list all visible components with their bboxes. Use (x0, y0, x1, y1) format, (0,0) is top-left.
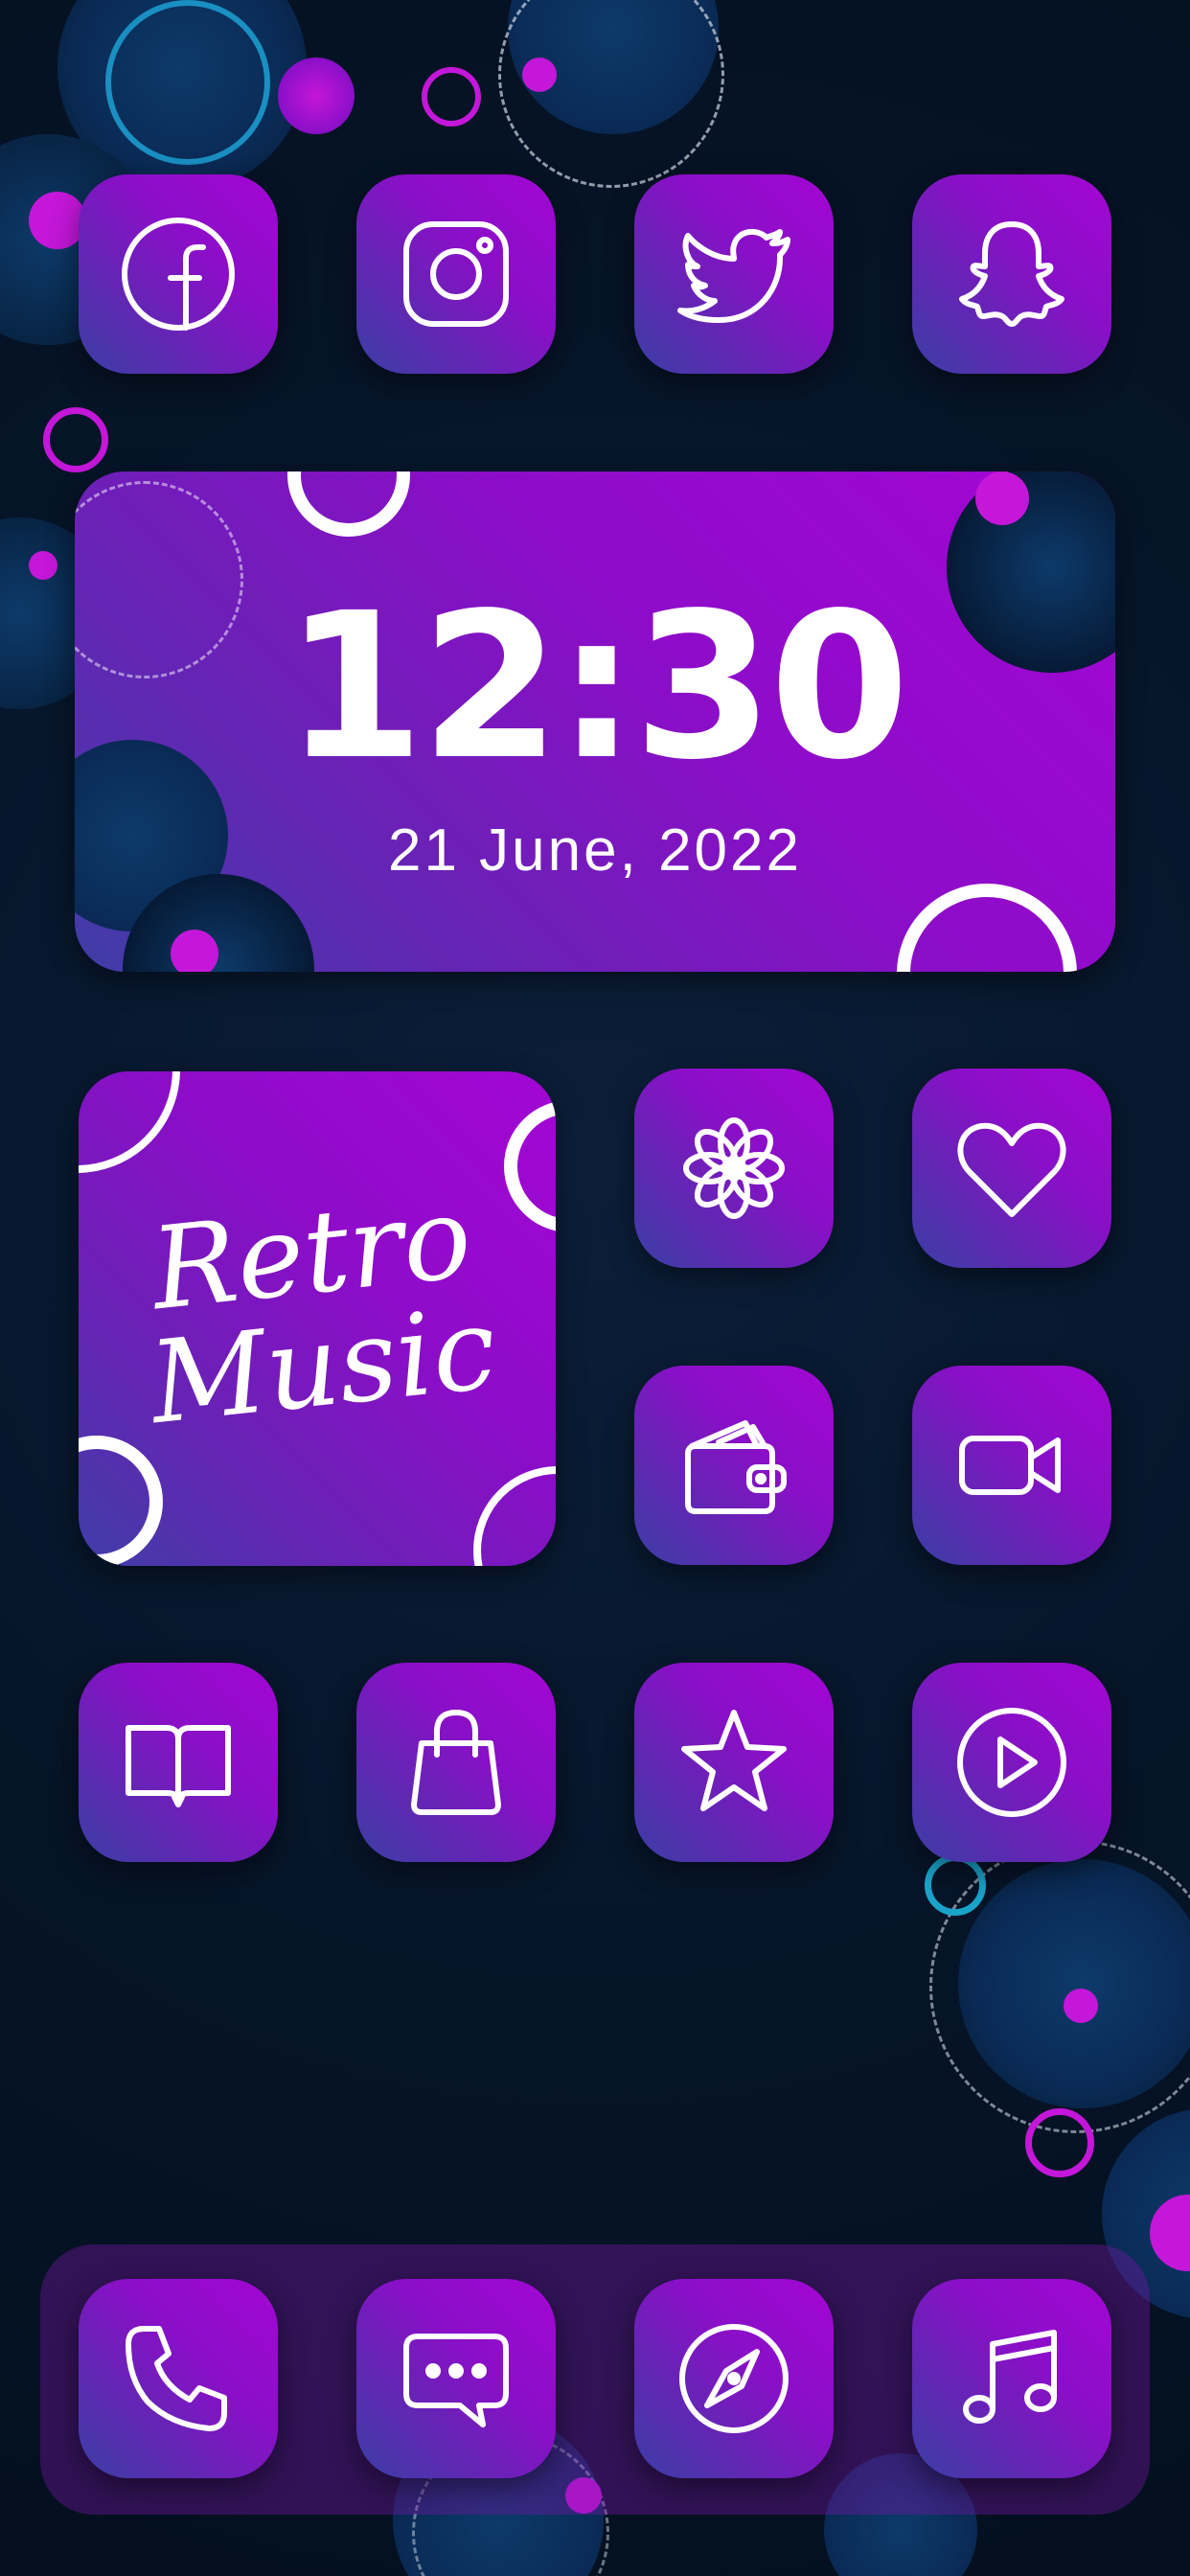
wallet-app[interactable] (634, 1366, 834, 1565)
photos-app[interactable] (634, 1069, 834, 1268)
play-icon (957, 1708, 1066, 1817)
phone-icon (126, 2326, 227, 2431)
decor-disc (975, 472, 1029, 525)
video-camera-icon (959, 1436, 1061, 1495)
video-player-app[interactable] (912, 1663, 1111, 1862)
facebook-app[interactable] (79, 174, 278, 374)
decor-ring (79, 1436, 163, 1566)
books-app[interactable] (79, 1663, 278, 1862)
decor-ring (287, 472, 410, 537)
heart-icon (957, 1122, 1066, 1217)
decor-ring (79, 1071, 180, 1173)
twitter-icon (677, 228, 790, 323)
snapchat-icon (959, 221, 1064, 327)
clock-widget[interactable]: 12:30 21 June, 2022 (75, 472, 1115, 972)
decor-disc (171, 930, 218, 972)
health-app[interactable] (912, 1069, 1111, 1268)
phone-app[interactable] (79, 2279, 278, 2478)
clock-date: 21 June, 2022 (387, 817, 802, 884)
shopping-app[interactable] (356, 1663, 556, 1862)
shopping-bag-icon (411, 1710, 501, 1815)
messages-icon (403, 2334, 509, 2427)
favorites-app[interactable] (634, 1663, 834, 1862)
safari-app[interactable] (634, 2279, 834, 2478)
compass-icon (679, 2324, 789, 2433)
music-app[interactable] (912, 2279, 1111, 2478)
book-icon (126, 1725, 231, 1807)
retro-music-title: Retro Music (79, 1170, 556, 1449)
twitter-app[interactable] (634, 174, 834, 374)
decor-ring (897, 884, 1077, 972)
star-icon (681, 1710, 787, 1811)
instagram-app[interactable] (356, 174, 556, 374)
instagram-icon (403, 221, 509, 327)
music-note-icon (963, 2330, 1057, 2424)
facebook-icon (122, 218, 235, 331)
retro-music-widget[interactable]: Retro Music (79, 1071, 556, 1566)
facetime-app[interactable] (912, 1366, 1111, 1565)
wallet-icon (685, 1420, 787, 1514)
flower-icon (683, 1117, 785, 1219)
messages-app[interactable] (356, 2279, 556, 2478)
decor-ring (473, 1466, 556, 1566)
snapchat-app[interactable] (912, 174, 1111, 374)
clock-time: 12:30 (284, 569, 909, 804)
